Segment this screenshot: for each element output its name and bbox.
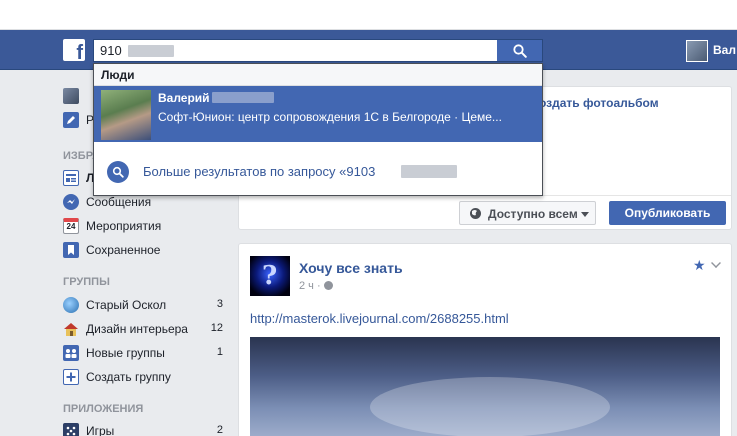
sidebar-item-count: 3: [216, 298, 223, 310]
sidebar-item-label: Мероприятия: [86, 219, 162, 233]
redacted-text: [212, 92, 274, 103]
search-input[interactable]: 910: [93, 39, 497, 62]
globe-group-icon: [63, 297, 79, 313]
search-result-person[interactable]: Валерий Софт-Юнион: центр сопровождения …: [94, 86, 542, 142]
house-group-icon: [63, 321, 79, 337]
profile-avatar-icon: [63, 88, 79, 104]
bookmark-icon: [63, 242, 79, 258]
facebook-logo-icon[interactable]: f: [63, 39, 85, 61]
sidebar-item-label: Старый Оскол: [86, 298, 167, 312]
plus-icon: [63, 369, 79, 385]
more-results-label: Больше результатов по запросу «9103: [143, 164, 376, 179]
post-timestamp[interactable]: 2 ч ·: [299, 280, 333, 292]
chevron-down-icon[interactable]: [711, 258, 721, 268]
privacy-selector-button[interactable]: Доступно всем: [459, 201, 596, 225]
post-author-avatar[interactable]: ?: [250, 256, 290, 296]
search-icon: [513, 44, 527, 58]
sidebar-item-saved[interactable]: Сохраненное: [63, 240, 223, 260]
person-name: Валерий: [158, 91, 210, 105]
post-link[interactable]: http://masterok.livejournal.com/2688255.…: [250, 311, 509, 326]
post-image[interactable]: [250, 337, 720, 436]
create-photo-album-tab[interactable]: оздать фотоальбом: [539, 96, 659, 110]
sidebar-item-label: Сохраненное: [86, 243, 161, 257]
messages-icon: [63, 194, 79, 210]
search-icon: [107, 161, 129, 183]
privacy-selector-label: Доступно всем: [488, 207, 578, 221]
sidebar-item-label: Сообщения: [86, 195, 152, 209]
globe-icon: [470, 208, 481, 219]
top-user-name[interactable]: Вал: [713, 43, 736, 57]
sidebar-item-new-groups[interactable]: Новые группы 1: [63, 343, 223, 363]
sidebar-item-count: 2: [216, 424, 223, 436]
feed-post: ? Хочу все знать 2 ч · ★ http://masterok…: [238, 243, 732, 436]
post-author-name[interactable]: Хочу все знать: [299, 260, 403, 276]
sidebar-item-group-stary-oskol[interactable]: Старый Оскол 3: [63, 295, 223, 315]
sidebar-item-events[interactable]: 24 Мероприятия: [63, 216, 223, 236]
public-audience-icon: [323, 281, 333, 290]
sidebar-item-label: Новые группы: [86, 346, 165, 360]
more-results-link[interactable]: Больше результатов по запросу «9103: [94, 154, 542, 186]
person-subtitle: Софт-Юнион: центр сопровождения 1С в Бел…: [158, 110, 502, 124]
search-input-value: 910: [100, 43, 122, 58]
sidebar-item-label: Дизайн интерьера: [86, 322, 188, 336]
sidebar-item-label: Игры: [86, 424, 115, 436]
people-group-icon: [63, 345, 79, 361]
edit-profile-icon: [63, 112, 79, 128]
sidebar-item-create-group[interactable]: Создать группу: [63, 367, 223, 387]
sidebar-item-count: 12: [210, 322, 223, 334]
user-avatar[interactable]: [686, 40, 708, 62]
redacted-text: [401, 165, 457, 178]
chevron-down-icon: [581, 212, 589, 217]
groups-section-title: ГРУППЫ: [63, 276, 110, 288]
apps-section-title: ПРИЛОЖЕНИЯ: [63, 403, 144, 415]
sidebar-item-group-interior-design[interactable]: Дизайн интерьера 12: [63, 319, 223, 339]
redacted-text: [128, 45, 174, 57]
sidebar-item-label: Создать группу: [86, 370, 171, 384]
sidebar-item-count: 1: [216, 346, 223, 358]
people-section-header: Люди: [94, 64, 542, 86]
search-typeahead-dropdown: Люди Валерий Софт-Юнион: центр сопровожд…: [93, 63, 543, 196]
search-button[interactable]: [497, 39, 543, 62]
people-section-label: Люди: [101, 68, 135, 82]
person-photo: [101, 90, 151, 140]
browser-toolbar-strip: [0, 0, 737, 30]
calendar-icon: 24: [63, 218, 79, 234]
sidebar-item-games[interactable]: Игры 2: [63, 421, 223, 436]
news-feed-icon: [63, 170, 79, 186]
games-icon: [63, 423, 79, 436]
post-time-text: 2 ч ·: [299, 280, 321, 292]
star-icon[interactable]: ★: [693, 257, 706, 274]
publish-button[interactable]: Опубликовать: [609, 201, 726, 225]
